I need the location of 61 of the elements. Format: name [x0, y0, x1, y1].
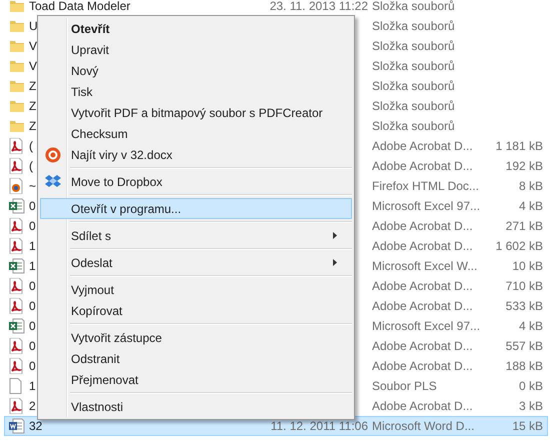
file-size: 4 kB	[518, 199, 543, 213]
file-type: Soubor PLS	[372, 379, 437, 393]
file-size: 188 kB	[506, 359, 543, 373]
file-type: Adobe Acrobat D...	[372, 159, 473, 173]
file-name: Z	[29, 79, 36, 93]
file-name: 0	[29, 299, 36, 313]
file-type: Adobe Acrobat D...	[372, 279, 473, 293]
file-name: 0	[29, 199, 36, 213]
file-type: Adobe Acrobat D...	[372, 139, 473, 153]
file-name: V	[29, 39, 38, 53]
file-type: Firefox HTML Doc...	[372, 179, 479, 193]
file-size: 271 kB	[506, 219, 543, 233]
file-date: 23. 11. 2013 11:22	[270, 0, 368, 13]
file-type: Adobe Acrobat D...	[372, 359, 473, 373]
file-size: 8 kB	[518, 179, 543, 193]
file-type: Adobe Acrobat D...	[372, 299, 473, 313]
file-date: 11. 12. 2011 11:06	[270, 419, 368, 433]
file-type: Složka souborů	[372, 0, 455, 13]
file-size: 1 602 kB	[496, 239, 543, 253]
file-type: Složka souborů	[372, 59, 455, 73]
file-name: (	[29, 159, 33, 173]
file-type: Adobe Acrobat D...	[372, 399, 473, 413]
file-type: Složka souborů	[372, 99, 455, 113]
file-name: 0	[29, 339, 36, 353]
file-size: 3 kB	[518, 399, 543, 413]
file-name: 1	[29, 239, 36, 253]
file-type: Složka souborů	[372, 39, 455, 53]
file-size: 557 kB	[506, 339, 543, 353]
file-size: 4 kB	[518, 319, 543, 333]
file-type: Microsoft Excel W...	[372, 259, 478, 273]
file-size: 10 kB	[512, 259, 543, 273]
file-type: Microsoft Word D...	[372, 419, 474, 433]
file-name: ~	[29, 179, 36, 193]
file-type: Adobe Acrobat D...	[372, 239, 473, 253]
file-name: (	[29, 139, 33, 153]
file-type: Microsoft Excel 97...	[372, 199, 480, 213]
file-name: V	[29, 59, 38, 73]
file-size: 15 kB	[512, 419, 543, 433]
file-type: Složka souborů	[372, 19, 455, 33]
file-name: 2	[29, 399, 36, 413]
file-size: 1 181 kB	[496, 139, 543, 153]
file-name: Z	[29, 119, 36, 133]
file-name: 0	[29, 219, 36, 233]
file-size: 192 kB	[506, 159, 543, 173]
file-type: Adobe Acrobat D...	[372, 339, 473, 353]
file-name: Toad Data Modeler	[29, 0, 130, 13]
file-name: 1	[29, 379, 36, 393]
file-size: 0 kB	[518, 379, 543, 393]
file-type: Adobe Acrobat D...	[372, 219, 473, 233]
file-type: Microsoft Excel 97...	[372, 319, 480, 333]
file-name: 32	[29, 419, 42, 433]
file-size: 710 kB	[506, 279, 543, 293]
file-name: U	[29, 19, 38, 33]
file-type: Složka souborů	[372, 79, 455, 93]
file-name: 0	[29, 359, 36, 373]
file-name: 1	[29, 259, 36, 273]
file-name: 0	[29, 279, 36, 293]
file-name: 0	[29, 319, 36, 333]
file-size: 533 kB	[506, 299, 543, 313]
file-name: Z	[29, 99, 36, 113]
file-type: Složka souborů	[372, 119, 455, 133]
